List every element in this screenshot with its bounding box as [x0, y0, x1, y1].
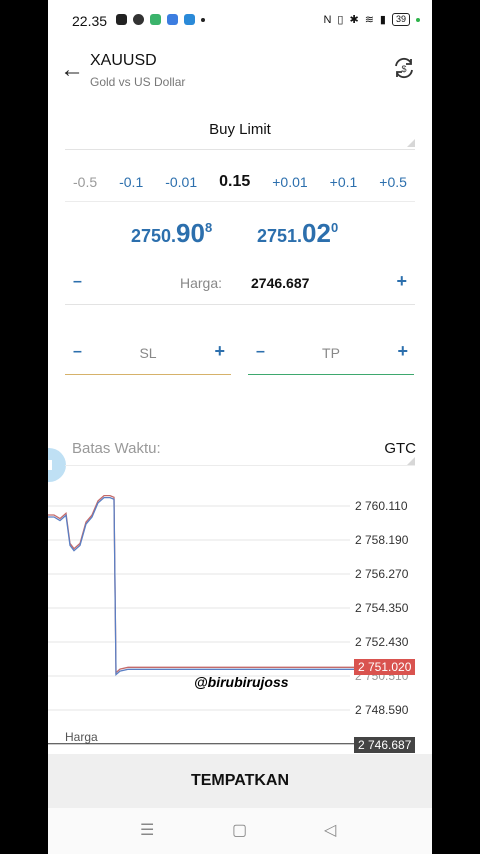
tp-plus-button[interactable]: + [397, 341, 408, 362]
bid-price-lead: 2750. [131, 226, 177, 246]
signal-icon: ▮ [379, 14, 386, 26]
shield-icon [167, 14, 178, 25]
volume-current[interactable]: 0.15 [219, 173, 250, 191]
price-input[interactable]: 2746.687 [251, 275, 309, 291]
messenger-icon [150, 14, 161, 25]
wifi-icon: ≋ [364, 14, 374, 26]
order-type-select[interactable]: Buy Limit [65, 112, 415, 150]
place-order-button[interactable]: TEMPATKAN [48, 754, 432, 808]
volume-plus-0-5[interactable]: +0.5 [379, 174, 407, 190]
order-line-label: Harga [65, 730, 98, 744]
battery-icon: 39 [391, 13, 410, 26]
tp-label: TP [322, 345, 340, 361]
y-tick: 2 756.270 [355, 567, 409, 581]
symbol-description: Gold vs US Dollar [90, 75, 186, 89]
volume-minus-0-1[interactable]: -0.1 [119, 174, 143, 190]
ask-price-lead: 2751. [257, 226, 303, 246]
ask-price-big: 02 [302, 218, 331, 248]
volume-minus-0-5[interactable]: -0.5 [73, 174, 97, 190]
vibrate-icon: ▯ [337, 14, 344, 26]
order-price-tag: 2 746.687 [354, 737, 416, 753]
home-icon[interactable]: ▢ [232, 820, 247, 840]
y-tick: 2 758.190 [355, 533, 409, 547]
ask-price-small: 0 [330, 220, 339, 235]
bid-price: 2750.908 [131, 218, 212, 249]
chat-icon [133, 14, 144, 25]
svg-text:$: $ [401, 64, 406, 74]
ask-price: 2751.020 [257, 218, 338, 249]
system-nav-bar: ☰ ▢ ◁ [48, 808, 432, 854]
price-label: Harga: [180, 275, 223, 291]
bid-series-line [48, 494, 388, 675]
app-screen: 22.35 N ▯ ✱ ≋ ▮ 39 ← XAUUSD Gold vs US D… [48, 0, 432, 854]
nfc-icon: N [323, 13, 332, 26]
download-icon [184, 14, 195, 25]
system-icons: N ▯ ✱ ≋ ▮ 39 [323, 13, 420, 26]
menu-icon[interactable]: ☰ [140, 820, 154, 840]
price-plus-button[interactable]: + [396, 271, 407, 292]
stop-loss-field[interactable]: – SL + [65, 337, 231, 375]
volume-plus-0-1[interactable]: +0.1 [330, 174, 358, 190]
bid-price-small: 8 [204, 220, 213, 235]
quotes: 2750.908 2751.020 [48, 212, 432, 252]
symbol-title: XAUUSD [90, 52, 157, 69]
sl-label: SL [139, 345, 157, 361]
volume-plus-0-01[interactable]: +0.01 [272, 174, 307, 190]
bluetooth-icon: ✱ [349, 14, 359, 26]
volume-minus-0-01[interactable]: -0.01 [165, 174, 197, 190]
notification-icons [116, 14, 205, 25]
y-tick: 2 748.590 [355, 703, 409, 717]
price-minus-button[interactable]: – [73, 273, 82, 291]
volume-stepper: -0.5 -0.1 -0.01 0.15 +0.01 +0.1 +0.5 [65, 162, 415, 202]
dot-icon [201, 17, 205, 22]
current-price-tag: 2 751.020 [354, 659, 416, 675]
status-bar: 22.35 N ▯ ✱ ≋ ▮ 39 [48, 0, 432, 42]
ask-series-line [48, 496, 388, 677]
y-tick: 2 760.110 [355, 499, 408, 513]
order-type-value: Buy Limit [209, 121, 271, 138]
back-icon[interactable]: ◁ [324, 820, 336, 840]
take-profit-field[interactable]: – TP + [248, 337, 414, 375]
watermark: @birubirujoss [194, 674, 289, 690]
expiry-divider [65, 465, 415, 466]
dropdown-corner-icon [407, 139, 415, 147]
expiry-label: Batas Waktu: [72, 440, 161, 457]
app-icon [116, 14, 127, 25]
swap-icon[interactable]: $ [392, 56, 416, 80]
expiry-select[interactable]: GTC [384, 440, 416, 457]
bid-price-big: 90 [176, 218, 205, 248]
y-tick: 2 752.430 [355, 635, 409, 649]
status-time: 22.35 [72, 13, 108, 29]
camera-dot-icon [416, 17, 420, 22]
price-chart: Batas Waktu: GTC 2 760.110 2 758.190 2 7… [48, 440, 432, 754]
order-header: ← XAUUSD Gold vs US Dollar $ [48, 48, 432, 98]
price-field: – Harga: 2746.687 + [65, 265, 415, 305]
y-tick: 2 754.350 [355, 601, 409, 615]
expiry-dropdown-corner-icon [407, 457, 415, 465]
back-arrow-icon[interactable]: ← [60, 56, 84, 84]
sl-plus-button[interactable]: + [214, 341, 225, 362]
